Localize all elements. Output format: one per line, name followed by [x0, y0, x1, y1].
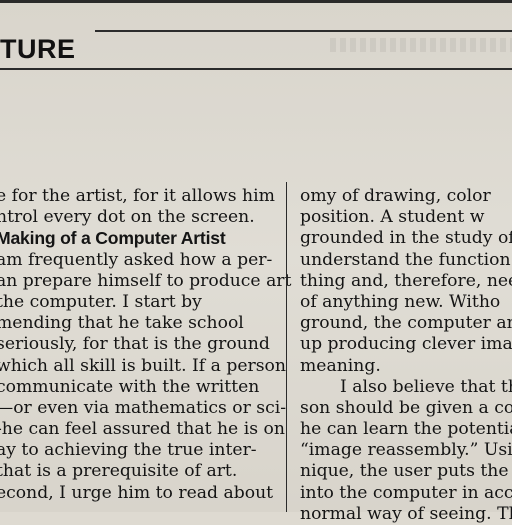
left-line: the computer. I start by: [0, 291, 202, 312]
right-line: position. A student w: [300, 207, 485, 228]
left-line: that is a prerequisite of art.: [0, 461, 238, 482]
left-line: an prepare himself to produce art: [0, 270, 292, 291]
right-line: meaning.: [300, 355, 381, 376]
magazine-page: TURE e for the artist, for it allows him…: [0, 0, 512, 524]
section-title: TURE: [0, 34, 76, 64]
right-line: up producing clever imag: [300, 334, 512, 355]
right-line: into the computer in acc: [300, 482, 512, 503]
right-line: normal way of seeing. The: [300, 503, 512, 524]
right-line: grounded in the study of: [300, 228, 512, 249]
right-column: omy of drawing, color position. A studen…: [300, 186, 512, 525]
top-rule: [0, 0, 512, 3]
right-line: ground, the computer an: [300, 313, 512, 334]
right-line: thing and, therefore, need: [300, 270, 512, 291]
right-line: I also believe that th: [340, 376, 512, 397]
left-line: mending that he take school: [0, 313, 244, 334]
section-subhead: Making of a Computer Artist: [0, 228, 226, 249]
left-line: —or even via mathematics or sci-: [0, 397, 287, 418]
right-line: son should be given a com: [300, 397, 512, 418]
left-line: seriously, for that is the ground: [0, 334, 270, 355]
column-divider: [286, 182, 287, 512]
right-line: he can learn the potential: [300, 419, 512, 440]
right-line: nique, the user puts the: [300, 461, 509, 482]
title-underline: [0, 68, 512, 70]
left-line: -he can feel assured that he is on: [0, 419, 285, 440]
right-line: “image reassembly.” Usi: [300, 440, 512, 461]
left-line: ay to achieving the true inter-: [0, 440, 257, 461]
right-line: omy of drawing, color: [300, 186, 491, 206]
left-line: which all skill is built. If a person: [0, 355, 286, 376]
left-line: am frequently asked how a per-: [0, 249, 273, 270]
header-rule: [95, 30, 512, 32]
left-line: communicate with the written: [0, 376, 260, 397]
right-line: understand the function o: [300, 249, 512, 270]
left-line: e for the artist, for it allows him: [0, 186, 275, 206]
left-line: econd, I urge him to read about: [0, 482, 274, 503]
faint-header-texture: [330, 38, 512, 52]
left-column: e for the artist, for it allows him ntro…: [0, 186, 292, 504]
right-line: of anything new. Witho: [300, 291, 501, 312]
left-line: ntrol every dot on the screen.: [0, 207, 255, 228]
